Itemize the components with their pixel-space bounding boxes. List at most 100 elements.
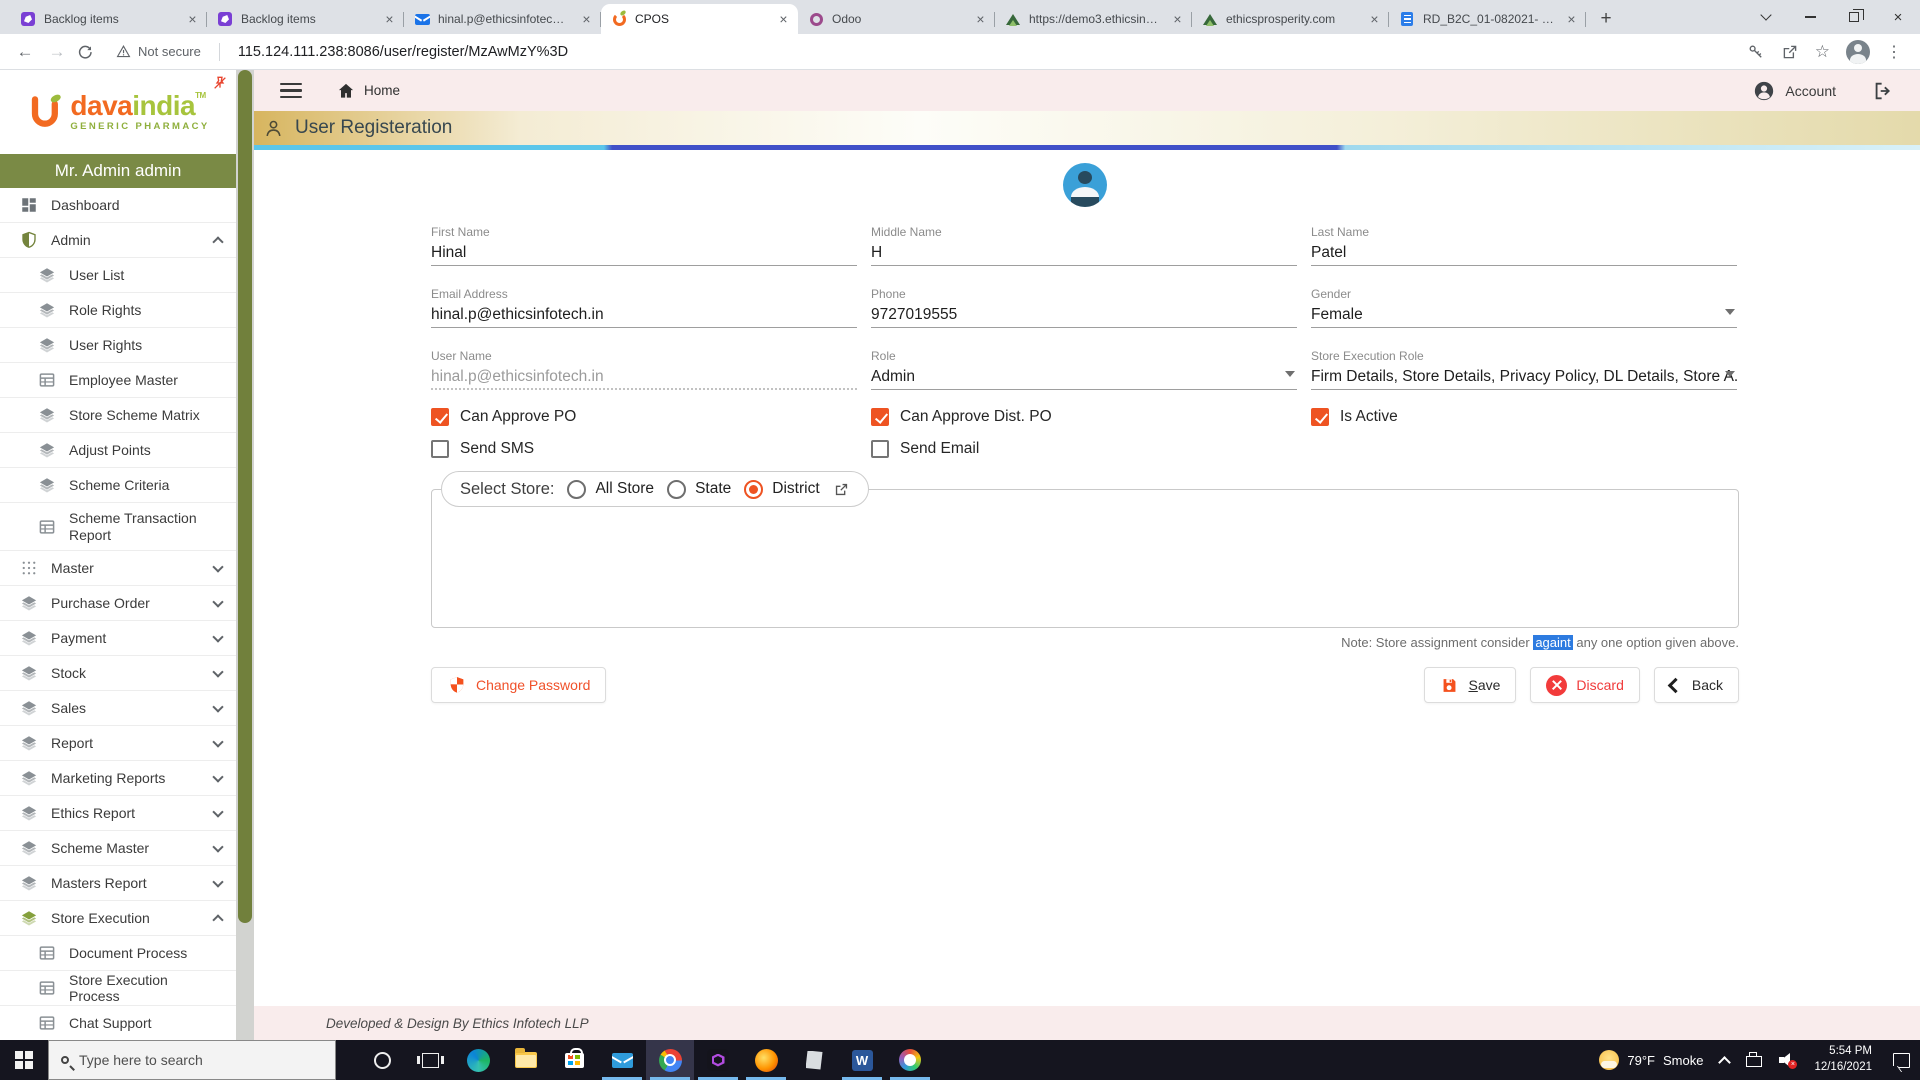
taskbar-edge-button[interactable] xyxy=(454,1040,502,1080)
sidebar-item-chat-support[interactable]: Chat Support xyxy=(0,1006,236,1040)
sidebar-item-payment[interactable]: Payment xyxy=(0,621,236,656)
logout-icon[interactable] xyxy=(1872,80,1894,102)
sidebar-item-sales[interactable]: Sales xyxy=(0,691,236,726)
action-center-icon[interactable] xyxy=(1893,1052,1910,1068)
send-email-checkbox[interactable]: Send Email xyxy=(871,437,1297,461)
back-icon[interactable]: ← xyxy=(12,42,38,62)
email-field[interactable]: Email Address hinal.p@ethicsinfotech.in xyxy=(431,287,857,328)
sidebar-item-store-execution[interactable]: Store Execution xyxy=(0,901,236,936)
tab-close-icon[interactable]: × xyxy=(1169,11,1186,28)
sidebar-item-scheme-transaction-report[interactable]: Scheme Transaction Report xyxy=(0,503,236,551)
sidebar-scrollbar[interactable] xyxy=(236,70,254,1040)
role-select[interactable]: Role Admin xyxy=(871,349,1297,390)
sidebar-item-document-process[interactable]: Document Process xyxy=(0,936,236,971)
sidebar-item-user-rights[interactable]: User Rights xyxy=(0,328,236,363)
taskbar-cortana-button[interactable] xyxy=(358,1040,406,1080)
all-store-radio[interactable]: All Store xyxy=(567,479,654,499)
account-button[interactable]: Account xyxy=(1753,80,1836,102)
last-name-field[interactable]: Last Name Patel xyxy=(1311,225,1737,266)
send-sms-checkbox[interactable]: Send SMS xyxy=(431,437,857,461)
sidebar-item-ethics-report[interactable]: Ethics Report xyxy=(0,796,236,831)
tab-mail[interactable]: hinal.p@ethicsinfotech.in - × xyxy=(404,4,601,34)
store-execution-role-select[interactable]: Store Execution Role Firm Details, Store… xyxy=(1311,349,1737,390)
change-password-button[interactable]: Change Password xyxy=(431,667,607,703)
radio-icon[interactable] xyxy=(567,479,587,499)
password-key-icon[interactable] xyxy=(1747,43,1765,61)
taskbar-word-button[interactable]: W xyxy=(838,1040,886,1080)
district-radio[interactable]: District xyxy=(744,479,820,499)
taskbar-task-view-button[interactable] xyxy=(406,1040,454,1080)
taskbar-file-explorer-button[interactable] xyxy=(502,1040,550,1080)
reload-icon[interactable] xyxy=(76,43,94,61)
tab-close-icon[interactable]: × xyxy=(972,11,989,28)
checkbox-checked-icon[interactable] xyxy=(1311,408,1329,426)
radio-icon[interactable] xyxy=(667,479,687,499)
checkbox-unchecked-icon[interactable] xyxy=(871,440,889,458)
middle-name-field[interactable]: Middle Name H xyxy=(871,225,1297,266)
tab-close-icon[interactable]: × xyxy=(184,11,201,28)
taskbar-mail-button[interactable] xyxy=(598,1040,646,1080)
sidebar-item-masters-report[interactable]: Masters Report xyxy=(0,866,236,901)
profile-avatar[interactable] xyxy=(1846,39,1870,64)
sidebar-item-store-scheme-matrix[interactable]: Store Scheme Matrix xyxy=(0,398,236,433)
can-approve-dist-po-checkbox[interactable]: Can Approve Dist. PO xyxy=(871,405,1297,429)
save-button[interactable]: Save xyxy=(1424,667,1517,703)
checkbox-unchecked-icon[interactable] xyxy=(431,440,449,458)
radio-selected-icon[interactable] xyxy=(744,479,764,499)
taskbar-chrome-button[interactable] xyxy=(646,1040,694,1080)
sidebar-item-stock[interactable]: Stock xyxy=(0,656,236,691)
start-button[interactable] xyxy=(0,1040,48,1080)
checkbox-checked-icon[interactable] xyxy=(431,408,449,426)
taskbar-search-input[interactable]: Type here to search xyxy=(48,1040,336,1080)
tab-backlog-2[interactable]: Backlog items × xyxy=(207,4,404,34)
discard-button[interactable]: Discard xyxy=(1530,667,1640,703)
tab-backlog-1[interactable]: Backlog items × xyxy=(10,4,207,34)
sidebar-item-employee-master[interactable]: Employee Master xyxy=(0,363,236,398)
taskbar-paint3d-button[interactable] xyxy=(886,1040,934,1080)
checkbox-checked-icon[interactable] xyxy=(871,408,889,426)
external-link-icon[interactable] xyxy=(833,481,850,498)
sidebar-item-store-execution-process[interactable]: Store Execution Process xyxy=(0,971,236,1006)
window-close-button[interactable]: × xyxy=(1876,0,1920,34)
taskbar-notepad-button[interactable] xyxy=(790,1040,838,1080)
security-badge[interactable]: Not secure xyxy=(100,44,213,59)
user-photo-avatar[interactable] xyxy=(1063,163,1107,207)
share-icon[interactable] xyxy=(1781,43,1799,61)
url-text[interactable]: 115.124.111.238:8086/user/register/MzAwM… xyxy=(238,44,1741,60)
tab-odoo[interactable]: Odoo × xyxy=(798,4,995,34)
tab-close-icon[interactable]: × xyxy=(1366,11,1383,28)
sidebar-item-purchase-order[interactable]: Purchase Order xyxy=(0,586,236,621)
sidebar-item-scheme-master[interactable]: Scheme Master xyxy=(0,831,236,866)
phone-field[interactable]: Phone 9727019555 xyxy=(871,287,1297,328)
back-button[interactable]: Back xyxy=(1653,667,1739,703)
window-restore-button[interactable] xyxy=(1832,0,1876,34)
sidebar-item-user-list[interactable]: User List xyxy=(0,258,236,293)
tab-demo3[interactable]: https://demo3.ethicsinfote × xyxy=(995,4,1192,34)
forward-icon[interactable]: → xyxy=(44,42,70,62)
bookmark-star-icon[interactable]: ☆ xyxy=(1815,42,1830,62)
sidebar-item-master[interactable]: Master xyxy=(0,551,236,586)
sidebar-item-scheme-criteria[interactable]: Scheme Criteria xyxy=(0,468,236,503)
sidebar-item-adjust-points[interactable]: Adjust Points xyxy=(0,433,236,468)
tab-close-icon[interactable]: × xyxy=(775,11,792,28)
tab-word-doc[interactable]: RD_B2C_01-082021- B2C A × xyxy=(1389,4,1586,34)
gender-select[interactable]: Gender Female xyxy=(1311,287,1737,328)
sidebar-item-dashboard[interactable]: Dashboard xyxy=(0,188,236,223)
taskbar-nox-button[interactable] xyxy=(694,1040,742,1080)
browser-menu-icon[interactable]: ⋮ xyxy=(1886,42,1902,62)
network-icon[interactable] xyxy=(1746,1051,1763,1067)
unpin-icon[interactable] xyxy=(212,75,228,91)
tab-search-chevron-icon[interactable] xyxy=(1744,0,1788,34)
volume-muted-icon[interactable]: × xyxy=(1779,1053,1798,1069)
hamburger-menu-icon[interactable] xyxy=(280,82,302,99)
can-approve-po-checkbox[interactable]: Can Approve PO xyxy=(431,405,857,429)
weather-widget[interactable]: 79°F Smoke xyxy=(1599,1050,1703,1070)
tab-close-icon[interactable]: × xyxy=(578,11,595,28)
taskbar-store-button[interactable] xyxy=(550,1040,598,1080)
is-active-checkbox[interactable]: Is Active xyxy=(1311,405,1737,429)
new-tab-button[interactable]: + xyxy=(1592,5,1620,33)
taskbar-clock[interactable]: 5:54 PM 12/16/2021 xyxy=(1814,1044,1872,1075)
home-button[interactable]: Home xyxy=(336,81,400,101)
state-radio[interactable]: State xyxy=(667,479,731,499)
tab-cpos-active[interactable]: CPOS × xyxy=(601,4,798,34)
